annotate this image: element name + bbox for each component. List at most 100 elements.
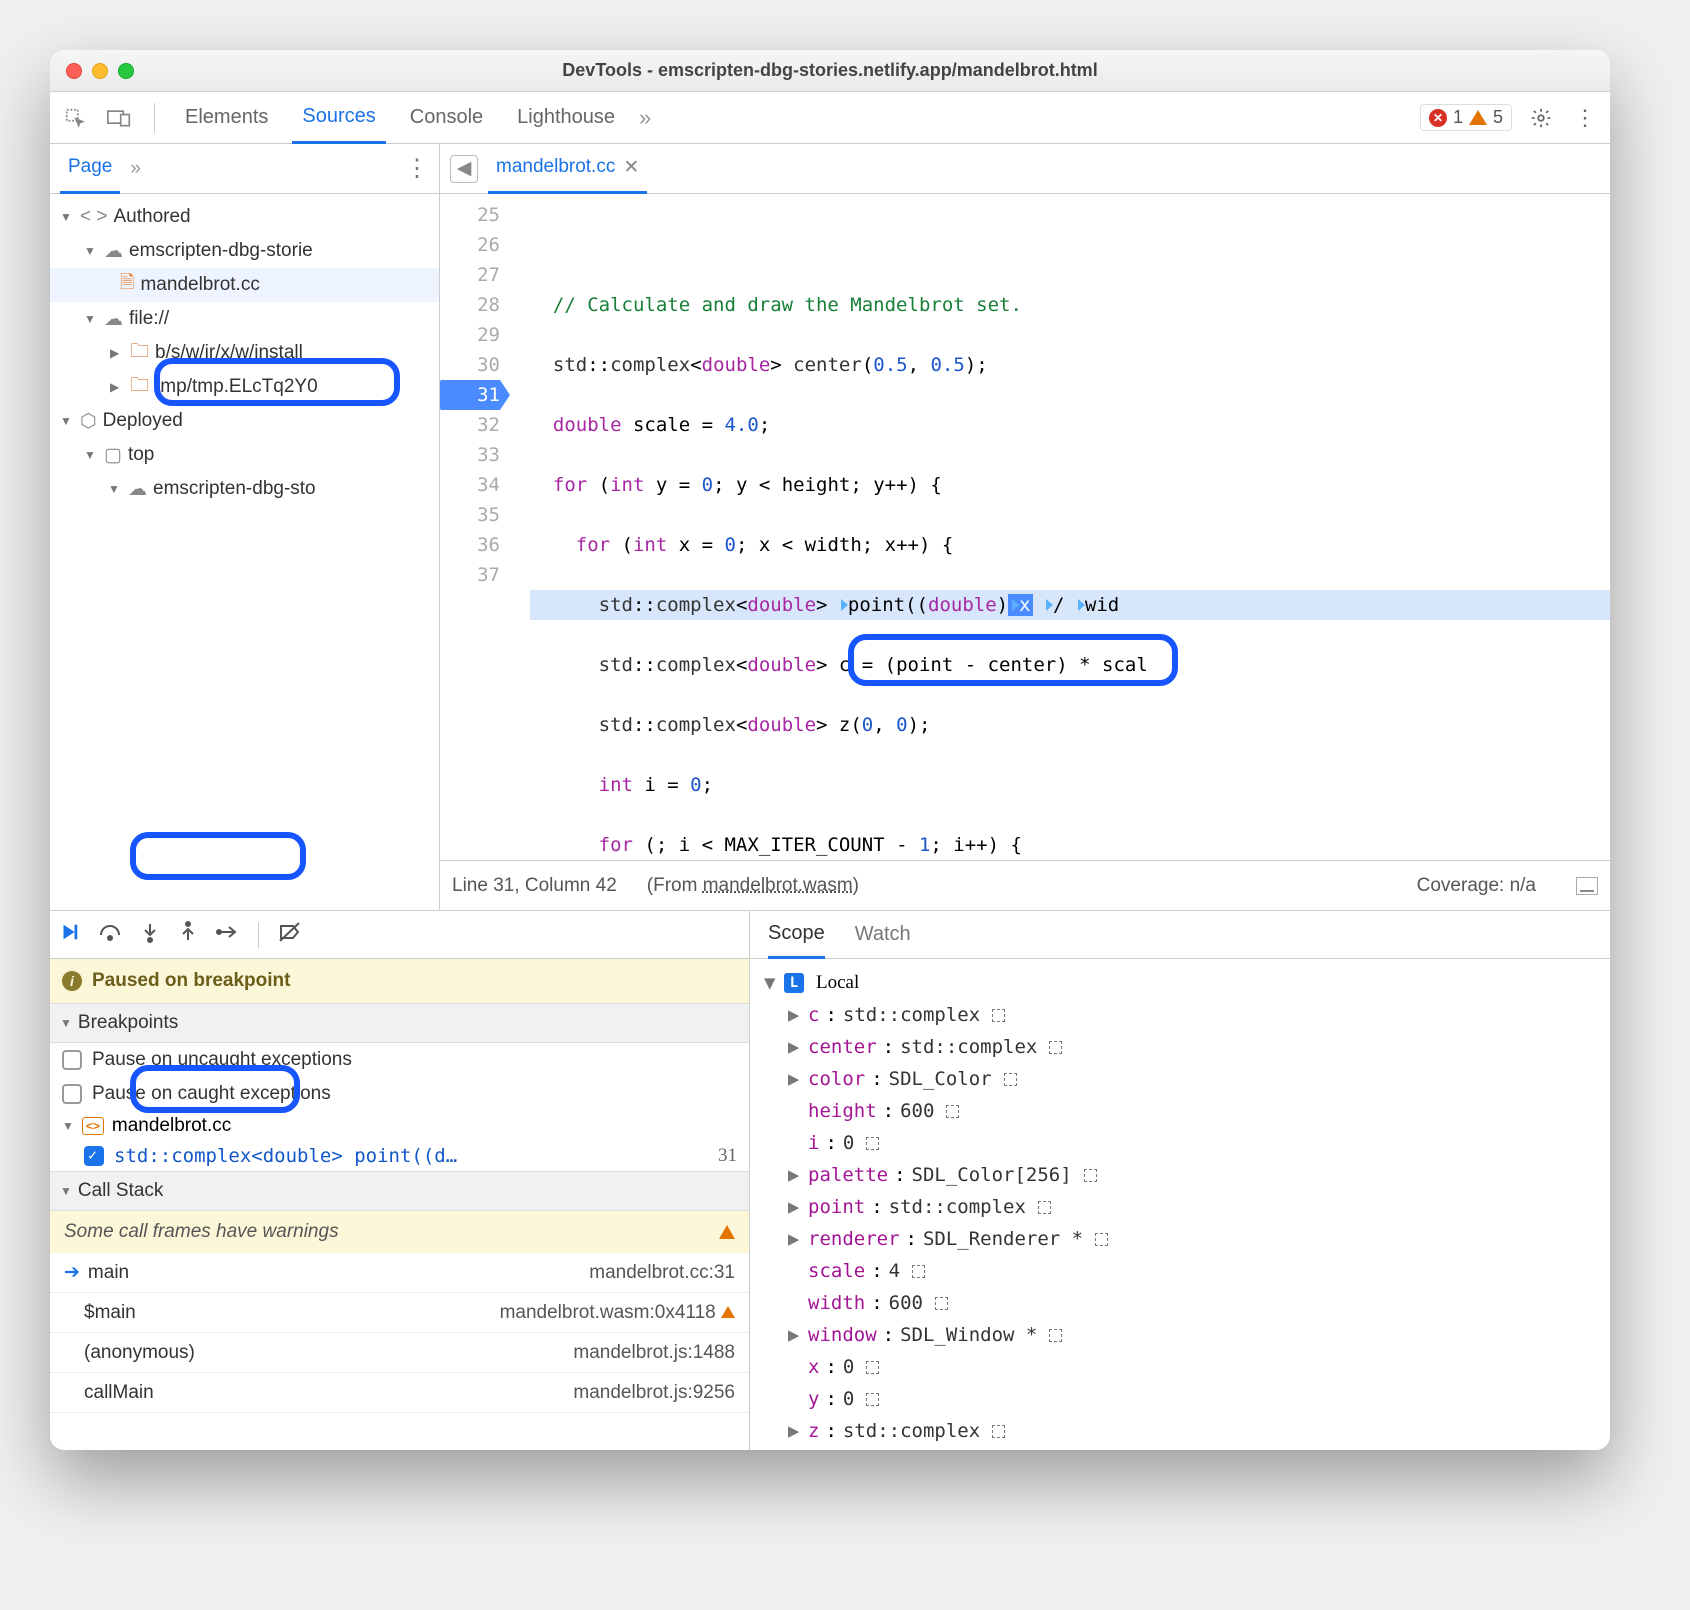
scope-var[interactable]: point: std::complex xyxy=(756,1191,1604,1223)
tab-sources[interactable]: Sources xyxy=(292,92,385,144)
more-tabs-icon[interactable]: » xyxy=(639,105,651,131)
memory-icon[interactable] xyxy=(1049,1329,1062,1342)
deactivate-breakpoints-icon[interactable] xyxy=(277,921,303,948)
memory-icon[interactable] xyxy=(935,1297,948,1310)
memory-icon[interactable] xyxy=(992,1425,1005,1438)
error-icon: ✕ xyxy=(1429,109,1447,127)
scope-local[interactable]: L Local xyxy=(756,967,1604,999)
memory-icon[interactable] xyxy=(866,1361,879,1374)
stack-frame[interactable]: $mainmandelbrot.wasm:0x4118 xyxy=(50,1293,749,1333)
pause-caught-row[interactable]: Pause on caught exceptions xyxy=(50,1077,749,1111)
scope-var[interactable]: i: 0 xyxy=(756,1127,1604,1159)
traffic-lights xyxy=(66,63,134,79)
tree-authored[interactable]: < > Authored xyxy=(50,200,439,234)
section-callstack[interactable]: ▼ Call Stack xyxy=(50,1171,749,1211)
toggle-navigator-icon[interactable]: ◀ xyxy=(450,155,478,183)
tab-watch[interactable]: Watch xyxy=(855,923,911,946)
code-text[interactable]: // Calculate and draw the Mandelbrot set… xyxy=(510,194,1610,860)
editor-pane: ◀ mandelbrot.cc ✕ 252627282930 31 323334… xyxy=(440,144,1610,910)
scope-var[interactable]: height: 600 xyxy=(756,1095,1604,1127)
checkbox-icon[interactable] xyxy=(62,1084,82,1104)
scope-var[interactable]: scale: 4 xyxy=(756,1255,1604,1287)
checkbox-icon[interactable] xyxy=(62,1050,82,1070)
coverage-label: Coverage: n/a xyxy=(1417,875,1536,897)
resume-icon[interactable] xyxy=(58,921,80,948)
devtools-window: DevTools - emscripten-dbg-stories.netlif… xyxy=(50,50,1610,1450)
breakpoint-line[interactable]: std::complex<double> point((d… 31 xyxy=(50,1141,749,1171)
close-tab-icon[interactable]: ✕ xyxy=(623,156,639,179)
memory-icon[interactable] xyxy=(1004,1073,1017,1086)
paused-banner: i Paused on breakpoint xyxy=(50,959,749,1003)
scope-var[interactable]: y: 0 xyxy=(756,1383,1604,1415)
tree-deployed[interactable]: ⬡ Deployed xyxy=(50,404,439,438)
source-badge-icon: <> xyxy=(82,1117,104,1135)
section-breakpoints[interactable]: ▼ Breakpoints xyxy=(50,1003,749,1043)
close-icon[interactable] xyxy=(66,63,82,79)
memory-icon[interactable] xyxy=(912,1265,925,1278)
scope-var[interactable]: c: std::complex xyxy=(756,999,1604,1031)
settings-icon[interactable] xyxy=(1526,103,1556,133)
pause-uncaught-row[interactable]: Pause on uncaught exceptions xyxy=(50,1043,749,1077)
tree-top[interactable]: ▢ top xyxy=(50,438,439,472)
show-drawer-icon[interactable] xyxy=(1576,877,1598,895)
tab-console[interactable]: Console xyxy=(400,92,493,144)
navigator-tabs: Page » ⋮ xyxy=(50,144,439,194)
memory-icon[interactable] xyxy=(1038,1201,1051,1214)
tab-page[interactable]: Page xyxy=(60,144,120,194)
more-nav-tabs-icon[interactable]: » xyxy=(130,158,141,180)
step-over-icon[interactable] xyxy=(98,921,122,948)
minimize-icon[interactable] xyxy=(92,63,108,79)
tab-scope[interactable]: Scope xyxy=(768,911,825,959)
error-counter[interactable]: ✕ 1 5 xyxy=(1420,104,1512,131)
line-gutter[interactable]: 252627282930 31 323334353637 xyxy=(440,194,510,860)
breakpoint-gutter-31[interactable]: 31 xyxy=(440,380,500,410)
memory-icon[interactable] xyxy=(946,1105,959,1118)
memory-icon[interactable] xyxy=(866,1393,879,1406)
zoom-icon[interactable] xyxy=(118,63,134,79)
editor-statusbar: Line 31, Column 42 (From mandelbrot.wasm… xyxy=(440,860,1610,910)
scope-var[interactable]: z: std::complex xyxy=(756,1415,1604,1447)
tab-lighthouse[interactable]: Lighthouse xyxy=(507,92,625,144)
scope-var[interactable]: window: SDL_Window * xyxy=(756,1319,1604,1351)
inspect-icon[interactable] xyxy=(60,103,90,133)
tree-path2[interactable]: 🗀 tmp/tmp.ELcTq2Y0 xyxy=(50,370,439,404)
memory-icon[interactable] xyxy=(866,1137,879,1150)
memory-icon[interactable] xyxy=(1049,1041,1062,1054)
memory-icon[interactable] xyxy=(992,1009,1005,1022)
editor-tab-mandelbrot[interactable]: mandelbrot.cc ✕ xyxy=(488,144,647,194)
memory-icon[interactable] xyxy=(1095,1233,1108,1246)
step-out-icon[interactable] xyxy=(178,921,198,948)
tree-path1[interactable]: 🗀 b/s/w/ir/x/w/install xyxy=(50,336,439,370)
tab-elements[interactable]: Elements xyxy=(175,92,278,144)
tree-host2[interactable]: ☁ emscripten-dbg-sto xyxy=(50,472,439,506)
scope-var[interactable]: color: SDL_Color xyxy=(756,1063,1604,1095)
code-area[interactable]: 252627282930 31 323334353637 // Calculat… xyxy=(440,194,1610,860)
scope-var[interactable]: renderer: SDL_Renderer * xyxy=(756,1223,1604,1255)
file-tree: < > Authored ☁ emscripten-dbg-storie 🗎 m… xyxy=(50,194,439,910)
stack-frame[interactable]: ➔mainmandelbrot.cc:31 xyxy=(50,1253,749,1293)
main-tabs: Elements Sources Console Lighthouse » ✕ … xyxy=(50,92,1610,144)
source-map-from[interactable]: (From mandelbrot.wasm) xyxy=(647,875,859,897)
tree-host[interactable]: ☁ emscripten-dbg-storie xyxy=(50,234,439,268)
step-icon[interactable] xyxy=(216,922,240,947)
warning-icon xyxy=(719,1225,735,1239)
bottom-pane: i Paused on breakpoint ▼ Breakpoints Pau… xyxy=(50,910,1610,1450)
kebab-icon[interactable]: ⋮ xyxy=(1570,103,1600,133)
warning-icon xyxy=(1469,110,1487,125)
scope-pane: Scope Watch L Local c: std::complexcente… xyxy=(750,911,1610,1450)
stack-frame[interactable]: callMainmandelbrot.js:9256 xyxy=(50,1373,749,1413)
step-into-icon[interactable] xyxy=(140,921,160,948)
breakpoint-file[interactable]: ▼ <> mandelbrot.cc xyxy=(50,1111,749,1141)
scope-var[interactable]: palette: SDL_Color[256] xyxy=(756,1159,1604,1191)
device-toggle-icon[interactable] xyxy=(104,103,134,133)
scope-var[interactable]: width: 600 xyxy=(756,1287,1604,1319)
memory-icon[interactable] xyxy=(1084,1169,1097,1182)
tree-file-mandelbrot[interactable]: 🗎 mandelbrot.cc xyxy=(50,268,439,302)
cursor-pos: Line 31, Column 42 xyxy=(452,875,617,897)
scope-var[interactable]: center: std::complex xyxy=(756,1031,1604,1063)
tree-file-proto[interactable]: ☁ file:// xyxy=(50,302,439,336)
stack-frame[interactable]: (anonymous)mandelbrot.js:1488 xyxy=(50,1333,749,1373)
checkbox-icon[interactable] xyxy=(84,1146,104,1166)
scope-var[interactable]: x: 0 xyxy=(756,1351,1604,1383)
nav-kebab-icon[interactable]: ⋮ xyxy=(405,154,429,183)
